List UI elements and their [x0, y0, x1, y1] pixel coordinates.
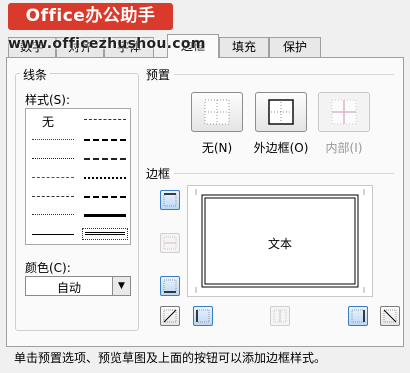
line-style-option[interactable] [32, 139, 74, 140]
preview-text: 文本 [267, 237, 292, 251]
border-left-button[interactable] [193, 306, 213, 326]
footer-hint: 单击预置选项、预览草图及上面的按钮可以添加边框样式。 [14, 351, 327, 365]
line-group-title: 线条 [20, 66, 51, 83]
line-style-option[interactable] [32, 214, 74, 215]
line-style-option[interactable] [32, 177, 74, 178]
border-inside-icon [331, 99, 357, 125]
style-label: 样式(S): [25, 93, 71, 107]
preset-inside-button[interactable] [318, 92, 370, 132]
tab-fill[interactable]: 填充 [219, 37, 269, 57]
line-style-option[interactable] [84, 196, 126, 198]
border-inside-vertical-button[interactable] [270, 306, 290, 326]
line-style-option[interactable] [84, 139, 126, 141]
preset-none-label: 无(N) [201, 141, 233, 155]
color-select[interactable]: 自动 ▼ [25, 276, 131, 296]
border-top-icon [163, 193, 177, 207]
border-right-button[interactable] [348, 306, 368, 326]
border-preview[interactable]: 文本 [187, 185, 373, 297]
border-bottom-button[interactable] [160, 276, 180, 296]
line-style-option[interactable] [84, 177, 126, 179]
border-none-icon [204, 99, 230, 125]
border-bottom-icon [163, 279, 177, 293]
border-inside-horizontal-icon [163, 236, 177, 250]
diagonal-up-icon [163, 309, 177, 323]
border-outline-icon [268, 99, 294, 125]
preset-inside-label: 内部(I) [325, 141, 363, 155]
chevron-down-icon[interactable]: ▼ [112, 277, 130, 295]
preset-outline-label: 外边框(O) [253, 141, 309, 155]
line-style-list[interactable]: 无 [25, 108, 131, 245]
line-style-option[interactable] [84, 119, 126, 120]
border-inside-horizontal-button[interactable] [160, 233, 180, 253]
color-label: 颜色(C): [25, 261, 71, 275]
border-top-button[interactable] [160, 190, 180, 210]
presets-title: 预置 [146, 68, 171, 82]
presets-divider [174, 74, 394, 75]
line-style-option[interactable] [32, 234, 74, 235]
double-line-sample [85, 232, 125, 235]
watermark-url: www.officezhushou.com [8, 36, 206, 52]
preset-outline-button[interactable] [255, 92, 307, 132]
border-inside-vertical-icon [273, 309, 287, 323]
line-style-option[interactable] [32, 196, 74, 197]
border-right-icon [351, 309, 365, 323]
border-left-icon [196, 309, 210, 323]
border-title: 边框 [146, 167, 171, 181]
line-style-option[interactable] [84, 214, 126, 217]
line-style-none[interactable]: 无 [42, 113, 54, 130]
border-diagonal-up-button[interactable] [160, 306, 180, 326]
line-style-option-selected[interactable] [82, 228, 128, 240]
tab-protection[interactable]: 保护 [269, 37, 321, 57]
color-select-value: 自动 [56, 281, 81, 295]
diagonal-down-icon [383, 309, 397, 323]
line-style-option[interactable] [32, 158, 74, 159]
border-diagonal-down-button[interactable] [380, 306, 400, 326]
watermark-logo: Office办公助手 [8, 3, 173, 30]
line-style-option[interactable] [84, 158, 126, 160]
preset-none-button[interactable] [191, 92, 243, 132]
border-divider [174, 173, 394, 174]
